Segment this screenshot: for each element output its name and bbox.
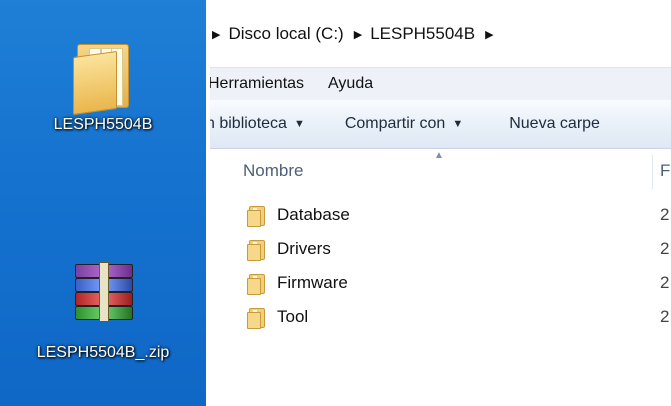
library-label: n biblioteca bbox=[210, 115, 287, 132]
command-bar: n biblioteca ▼ Compartir con ▼ Nueva car… bbox=[210, 100, 671, 149]
desktop: LESPH5504B LESPH5504B_.zip bbox=[0, 0, 206, 406]
breadcrumb: ▶ Disco local (C:) ▶ LESPH5504B ▶ bbox=[210, 20, 502, 48]
breadcrumb-arrow-icon[interactable]: ▶ bbox=[485, 28, 493, 41]
list-item[interactable]: Drivers 2 bbox=[210, 232, 671, 266]
file-date: 2 bbox=[660, 239, 670, 258]
file-name: Drivers bbox=[277, 239, 331, 258]
breadcrumb-folder[interactable]: LESPH5504B bbox=[370, 24, 475, 44]
menu-herramientas[interactable]: Herramientas bbox=[210, 75, 304, 93]
column-date[interactable]: F bbox=[660, 161, 670, 181]
folder-icon bbox=[247, 273, 267, 295]
chevron-down-icon: ▼ bbox=[452, 118, 464, 130]
folder-icon bbox=[71, 38, 135, 116]
desktop-zip-label: LESPH5504B_.zip bbox=[36, 344, 170, 361]
explorer-window: ▶ Disco local (C:) ▶ LESPH5504B ▶ Herram… bbox=[210, 0, 671, 406]
column-header: ▲ Nombre F bbox=[210, 149, 671, 193]
folder-icon bbox=[247, 307, 267, 329]
sort-ascending-icon: ▲ bbox=[434, 150, 444, 161]
library-button[interactable]: n biblioteca ▼ bbox=[210, 115, 305, 133]
column-divider[interactable] bbox=[652, 155, 653, 189]
file-date: 2 bbox=[660, 273, 670, 292]
file-name: Firmware bbox=[277, 273, 348, 292]
new-folder-button[interactable]: Nueva carpe bbox=[509, 115, 600, 133]
share-button[interactable]: Compartir con ▼ bbox=[345, 115, 463, 133]
chevron-down-icon: ▼ bbox=[293, 118, 305, 130]
list-item[interactable]: Database 2 bbox=[210, 198, 671, 232]
breadcrumb-arrow-icon[interactable]: ▶ bbox=[212, 28, 220, 41]
new-folder-label: Nueva carpe bbox=[509, 115, 600, 132]
list-item[interactable]: Firmware 2 bbox=[210, 266, 671, 300]
folder-icon bbox=[247, 205, 267, 227]
menu-bar: Herramientas Ayuda bbox=[210, 67, 671, 101]
column-name[interactable]: Nombre bbox=[243, 161, 303, 181]
folder-icon bbox=[247, 239, 267, 261]
share-label: Compartir con bbox=[344, 115, 446, 132]
file-date: 2 bbox=[660, 307, 670, 326]
desktop-folder-label: LESPH5504B bbox=[53, 116, 153, 133]
winrar-archive-icon bbox=[71, 262, 135, 322]
address-bar[interactable]: ▶ Disco local (C:) ▶ LESPH5504B ▶ bbox=[210, 0, 671, 66]
list-item[interactable]: Tool 2 bbox=[210, 300, 671, 334]
menu-ayuda[interactable]: Ayuda bbox=[328, 75, 373, 93]
file-list: Database 2 Drivers 2 Firmware 2 Tool 2 bbox=[210, 198, 671, 334]
desktop-folder-item[interactable]: LESPH5504B bbox=[0, 38, 206, 134]
breadcrumb-arrow-icon[interactable]: ▶ bbox=[354, 28, 362, 41]
file-name: Database bbox=[277, 205, 350, 224]
file-name: Tool bbox=[277, 307, 309, 326]
breadcrumb-disk[interactable]: Disco local (C:) bbox=[228, 24, 343, 44]
file-date: 2 bbox=[660, 205, 670, 224]
desktop-zip-item[interactable]: LESPH5504B_.zip bbox=[0, 262, 206, 362]
